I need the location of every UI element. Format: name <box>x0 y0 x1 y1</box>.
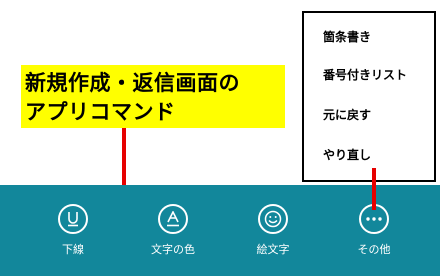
menu-item-numbered-list[interactable]: 番号付きリスト <box>323 67 407 83</box>
menu-item-undo[interactable]: 元に戻す <box>323 107 371 123</box>
text-color-button[interactable]: 文字の色 <box>145 204 201 257</box>
callout-label: 新規作成・返信画面の アプリコマンド <box>21 65 285 128</box>
menu-item-redo[interactable]: やり直し <box>323 147 371 163</box>
emoji-icon <box>258 204 288 234</box>
underline-button[interactable]: 下線 <box>45 204 101 257</box>
underline-icon <box>58 204 88 234</box>
callout-line-1: 新規作成・返信画面の <box>25 71 240 95</box>
more-button[interactable]: その他 <box>346 204 402 257</box>
callout-line-2: アプリコマンド <box>25 100 176 124</box>
emoji-button-label: 絵文字 <box>256 243 290 256</box>
menu-pointer-line <box>372 168 376 210</box>
text-color-button-label: 文字の色 <box>151 243 195 256</box>
menu-item-bulleted-list[interactable]: 箇条書き <box>323 29 371 45</box>
underline-button-label: 下線 <box>62 243 84 256</box>
more-button-label: その他 <box>357 243 391 256</box>
emoji-button[interactable]: 絵文字 <box>245 204 301 257</box>
more-menu: 箇条書き 番号付きリスト 元に戻す やり直し <box>302 11 436 182</box>
text-color-icon <box>158 204 188 234</box>
